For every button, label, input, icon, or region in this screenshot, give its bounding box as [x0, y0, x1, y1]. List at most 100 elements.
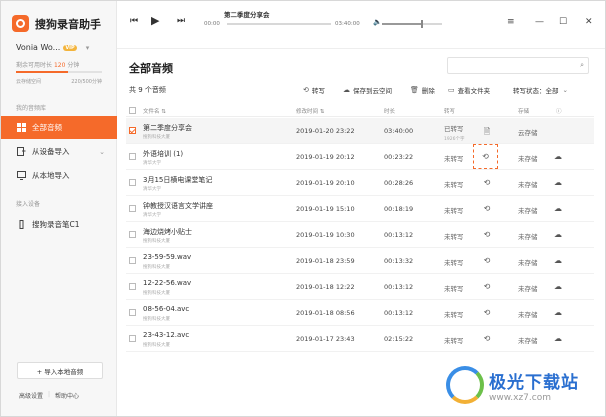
- transcribe-icon[interactable]: ⟲: [482, 204, 492, 213]
- cloud-upload-icon[interactable]: ☁: [554, 256, 562, 265]
- device-label: 搜狗录音笔C1: [32, 220, 80, 229]
- column-modified[interactable]: 修改时间 ⇅: [296, 107, 324, 115]
- duration: 00:23:22: [384, 153, 414, 161]
- import-local-audio-button[interactable]: + 导入本地音频: [17, 362, 103, 379]
- cloud-upload-icon[interactable]: ☁: [554, 334, 562, 343]
- user-menu[interactable]: Vonia Wo... VIP ▾: [16, 43, 89, 52]
- menu-icon[interactable]: ≡: [507, 17, 515, 27]
- modified-time: 2019-01-20 23:22: [296, 127, 355, 135]
- cloud-upload-icon[interactable]: ☁: [554, 230, 562, 239]
- cloud-upload-icon: ☁: [343, 86, 350, 94]
- select-all-checkbox[interactable]: [129, 107, 136, 116]
- row-checkbox[interactable]: [129, 205, 136, 212]
- cloud-upload-icon[interactable]: ☁: [554, 308, 562, 317]
- column-duration[interactable]: 时长: [384, 107, 395, 115]
- cloud-upload-icon[interactable]: ☁: [554, 178, 562, 187]
- sidebar-item-label: 从设备导入: [32, 147, 70, 156]
- volume-knob[interactable]: [421, 20, 423, 28]
- transcribe-icon[interactable]: ⟲: [482, 308, 492, 317]
- next-icon[interactable]: ⏭: [177, 16, 185, 26]
- library-section-label: 我的音频库: [16, 105, 47, 112]
- table-row[interactable]: 08-56-04.avc 搜狗科技大厦 2019-01-18 08:56 00:13:…: [126, 300, 594, 326]
- transcribe-status: 未转写: [444, 233, 464, 241]
- transcribe-label: 转写: [311, 87, 325, 95]
- previous-icon[interactable]: ⏮: [130, 16, 138, 26]
- file-source: 搜狗科技大厦: [143, 265, 170, 270]
- device-import-icon: [16, 147, 26, 157]
- transcribe-status-filter[interactable]: 转写状态： 全部 ⌄: [513, 85, 568, 95]
- row-checkbox[interactable]: [129, 127, 136, 134]
- storage-status: 未存储: [518, 285, 538, 293]
- table-row[interactable]: 外语培训 (1) 清华大学 2019-01-19 20:12 00:23:22 未转写 ⟲…: [126, 144, 594, 170]
- cloud-upload-icon[interactable]: ☁: [554, 152, 562, 161]
- delete-button[interactable]: 🗑 删除: [410, 85, 435, 95]
- column-name[interactable]: 文件名 ⇅: [143, 107, 166, 115]
- row-checkbox[interactable]: [129, 335, 136, 342]
- transcribe-icon[interactable]: ⟲: [482, 256, 492, 265]
- vip-badge: VIP: [63, 44, 77, 51]
- search-icon[interactable]: ⌕: [580, 61, 584, 70]
- storage-label: 云存储空间: [16, 79, 42, 85]
- transcribe-icon[interactable]: ⟲: [482, 334, 492, 343]
- advanced-settings-link[interactable]: 高级设置: [19, 391, 43, 400]
- view-folder-label: 查看文件夹: [457, 87, 491, 95]
- transcribe-icon[interactable]: ⟲: [482, 178, 492, 187]
- row-checkbox[interactable]: [129, 257, 136, 264]
- document-icon[interactable]: 🗎: [482, 126, 492, 140]
- sidebar-item-label: 全部音频: [32, 123, 62, 132]
- cloud-upload-icon[interactable]: ☁: [554, 204, 562, 213]
- table-row[interactable]: 23-59-59.wav 搜狗科技大厦 2019-01-18 23:59 00:13:…: [126, 248, 594, 274]
- help-center-link[interactable]: 帮助中心: [55, 391, 79, 400]
- table-row[interactable]: 钟教授汉语言文学讲座 清华大学 2019-01-19 15:10 00:18:19 未转…: [126, 196, 594, 222]
- usage-bar: [16, 71, 102, 73]
- file-source: 搜狗科技大厦: [143, 343, 170, 348]
- file-source: 清华大学: [143, 187, 161, 192]
- duration: 00:13:12: [384, 309, 414, 317]
- row-checkbox[interactable]: [129, 283, 136, 290]
- table-row[interactable]: 第二季度分享会 搜狗科技大厦 2019-01-20 23:22 03:40:00 已转写…: [126, 118, 594, 144]
- table-row[interactable]: 3月15日横电课堂笔记 清华大学 2019-01-19 20:10 00:28:26 未…: [126, 170, 594, 196]
- table-row[interactable]: 12-22-56.wav 搜狗科技大厦 2019-01-18 12:22 00:13:…: [126, 274, 594, 300]
- save-cloud-label: 保存到云空间: [353, 87, 392, 95]
- help-icon[interactable]: ⓘ: [556, 107, 562, 115]
- sidebar-item-recorder-c1[interactable]: 搜狗录音笔C1: [1, 213, 117, 236]
- modified-time: 2019-01-18 12:22: [296, 283, 355, 291]
- monitor-icon: [16, 171, 26, 181]
- search-box[interactable]: ⌕: [447, 57, 589, 74]
- storage-status: 未存储: [518, 233, 538, 241]
- watermark-logo-icon: [446, 366, 484, 404]
- sidebar-item-all-audio[interactable]: 全部音频: [1, 116, 117, 139]
- transcribe-icon[interactable]: ⟲: [482, 282, 492, 291]
- volume-fill: [382, 23, 421, 25]
- file-source: 搜狗科技大厦: [143, 291, 170, 296]
- row-checkbox[interactable]: [129, 153, 136, 160]
- view-folder-button[interactable]: ▭ 查看文件夹: [448, 85, 490, 95]
- play-icon[interactable]: ▶: [151, 14, 159, 27]
- table-row[interactable]: 23-43-12.avc 搜狗科技大厦 2019-01-17 23:43 02:15:…: [126, 326, 594, 352]
- progress-bar[interactable]: [227, 23, 331, 25]
- close-icon[interactable]: ✕: [585, 17, 593, 27]
- row-checkbox[interactable]: [129, 231, 136, 238]
- volume-icon[interactable]: 🔈: [373, 18, 382, 26]
- transcribe-icon[interactable]: ⟲: [482, 230, 492, 239]
- trash-icon: 🗑: [410, 86, 419, 94]
- volume-slider[interactable]: [382, 20, 442, 28]
- row-checkbox[interactable]: [129, 179, 136, 186]
- row-checkbox[interactable]: [129, 309, 136, 316]
- sidebar-item-device-import[interactable]: 从设备导入 ⌄: [1, 140, 117, 163]
- transcribe-status: 未转写: [444, 285, 464, 293]
- transcribe-button[interactable]: ⟲ 转写: [303, 85, 325, 95]
- table-row[interactable]: 海边烧烤小贴士 搜狗科技大厦 2019-01-19 10:30 00:13:12 未转写…: [126, 222, 594, 248]
- minimize-icon[interactable]: —: [535, 17, 544, 27]
- save-cloud-button[interactable]: ☁ 保存到云空间: [343, 85, 392, 95]
- storage-status: 未存储: [518, 337, 538, 345]
- modified-time: 2019-01-19 10:30: [296, 231, 355, 239]
- maximize-icon[interactable]: ☐: [559, 17, 567, 27]
- search-input[interactable]: [448, 58, 568, 73]
- sidebar-item-local-import[interactable]: 从本地导入: [1, 164, 117, 187]
- transcribe-icon[interactable]: ⟲: [473, 144, 498, 169]
- modified-time: 2019-01-18 23:59: [296, 257, 355, 265]
- table-header: 文件名 ⇅ 修改时间 ⇅ 时长 转写 存储 ⓘ: [126, 105, 594, 117]
- storage-status: 云存储: [518, 129, 538, 137]
- cloud-upload-icon[interactable]: ☁: [554, 282, 562, 291]
